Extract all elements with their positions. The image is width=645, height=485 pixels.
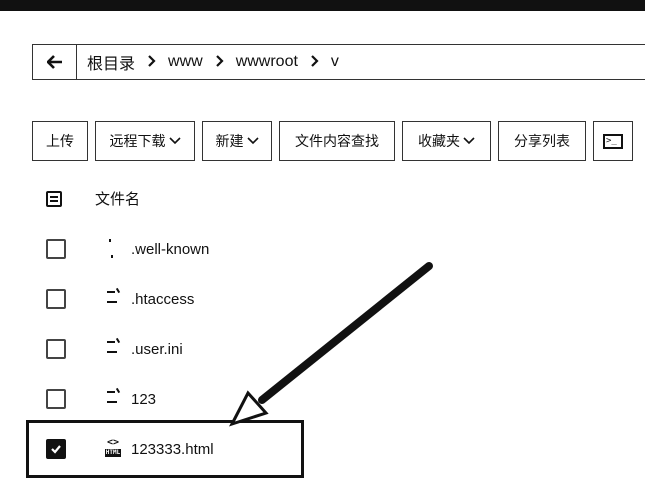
annotation-arrow [228,262,433,427]
